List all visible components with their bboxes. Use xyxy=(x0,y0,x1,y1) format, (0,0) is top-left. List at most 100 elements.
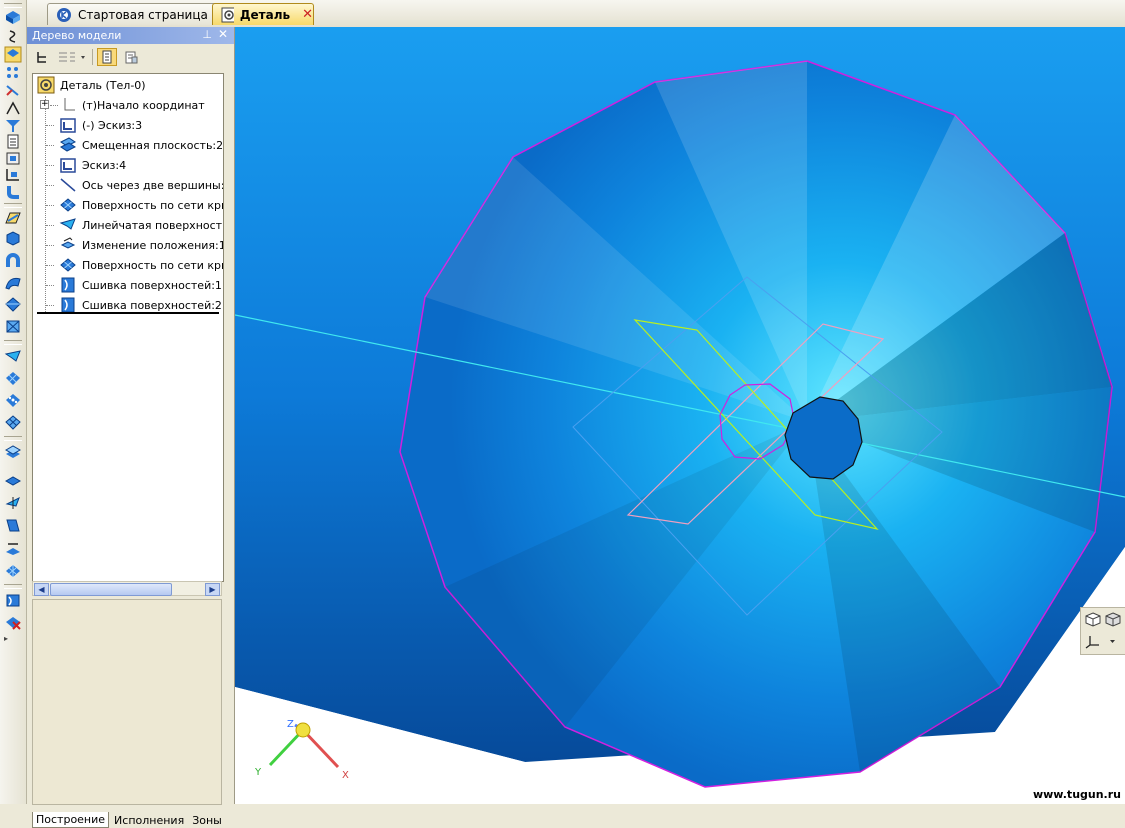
tree-item-stitch-1[interactable]: Сшивка поверхностей:1 xyxy=(59,275,223,295)
toolbar-grip[interactable] xyxy=(4,3,22,8)
tree-item-sketch-3[interactable]: (-) Эскиз:3 xyxy=(59,115,223,135)
patch-surface-icon[interactable] xyxy=(4,318,22,335)
compact-panel-icon[interactable] xyxy=(4,9,22,26)
spatial-curves-icon[interactable] xyxy=(4,82,22,99)
tree-item-label: Деталь (Тел-0) xyxy=(60,78,146,92)
panel-bottom-tabs: Построение Исполнения Зоны xyxy=(32,812,232,828)
tree-item-offset-plane[interactable]: Смещенная плоскость:2 xyxy=(59,135,224,155)
tree-item-mesh-surface-1[interactable]: Поверхность по сети кривых:1 xyxy=(59,195,223,215)
tab-versions[interactable]: Исполнения xyxy=(111,812,187,828)
tab-label: Стартовая страница xyxy=(78,7,208,22)
toolbar-separator xyxy=(4,340,22,345)
view-cube-alt-icon[interactable] xyxy=(1104,611,1122,628)
panel-toolbar xyxy=(27,45,234,69)
tree-connector xyxy=(46,285,54,286)
plane-surface-tool-icon[interactable] xyxy=(4,472,22,489)
pin-icon[interactable]: ⊥ xyxy=(202,28,212,41)
toolbar-separator xyxy=(92,49,93,65)
tree-item-label: Сшивка поверхностей:1 xyxy=(82,278,222,292)
toolbar-separator xyxy=(4,436,22,441)
tab-part[interactable]: Деталь ✕ xyxy=(212,3,314,25)
offset-surface-tool-icon[interactable] xyxy=(4,444,22,461)
tree-item-sketch-4[interactable]: Эскиз:4 xyxy=(59,155,223,175)
tree-filter-dropdown-icon[interactable] xyxy=(56,48,88,66)
cut-surface-tool-icon[interactable] xyxy=(4,494,22,511)
model-tree: Деталь (Тел-0) + (т)Начало координат (-)… xyxy=(32,73,224,582)
tree-connector xyxy=(46,125,54,126)
model-scene[interactable] xyxy=(235,27,1125,804)
tree-connector xyxy=(46,205,54,206)
tree-item-label: Сшивка поверхностей:2 xyxy=(82,298,222,312)
kompas-logo-icon xyxy=(57,7,71,22)
tab-build[interactable]: Построение xyxy=(32,812,110,828)
view-cube-icon[interactable] xyxy=(1084,611,1102,628)
mesh-surface-icon xyxy=(60,258,76,272)
tree-item-mesh-surface-2[interactable]: Поверхность по сети кривых:2 xyxy=(59,255,223,275)
open-surface-icon[interactable] xyxy=(4,209,22,226)
trim-surface-tool-icon[interactable] xyxy=(4,539,22,556)
tree-root-item[interactable]: Деталь (Тел-0) xyxy=(37,75,223,95)
tree-item-label: Смещенная плоскость:2 xyxy=(82,138,224,152)
offset-plane-icon xyxy=(60,137,76,152)
loft-surface-icon[interactable] xyxy=(4,296,22,313)
toolbar-separator xyxy=(4,584,22,589)
tree-properties-icon[interactable] xyxy=(121,48,141,66)
tree-item-label: Эскиз:4 xyxy=(82,158,127,172)
tree-item-ruled-surface[interactable]: Линейчатая поверхность:1 xyxy=(59,215,224,235)
curve-icon[interactable] xyxy=(4,28,22,45)
mesh-fill-tool-icon[interactable] xyxy=(4,562,22,579)
ruled-surface-icon xyxy=(59,218,76,230)
tree-connector xyxy=(46,245,54,246)
polyline-icon[interactable] xyxy=(4,100,22,117)
toolbar-more-icon[interactable]: ▸ xyxy=(4,634,22,651)
tree-order-icon[interactable] xyxy=(32,48,52,66)
tree-item-label: Линейчатая поверхность:1 xyxy=(82,218,224,232)
tree-item-move[interactable]: Изменение положения:1 xyxy=(59,235,223,255)
frame-icon[interactable] xyxy=(4,150,22,167)
tree-item-label: Ось через две вершины:1 xyxy=(82,178,224,192)
sketch-icon xyxy=(60,158,76,173)
tree-item-origin[interactable]: (т)Начало координат xyxy=(59,95,223,115)
tree-structure-icon[interactable] xyxy=(97,48,117,66)
tree-item-label: Поверхность по сети кривых:2 xyxy=(82,258,223,272)
filter-icon[interactable] xyxy=(4,117,22,134)
points-icon[interactable] xyxy=(4,64,22,81)
mesh-curves-tool-icon[interactable] xyxy=(4,370,22,387)
mesh-points-tool-icon[interactable] xyxy=(4,392,22,409)
scroll-right-icon[interactable]: ▶ xyxy=(205,583,220,596)
vertical-toolbar: ▸ xyxy=(0,0,27,804)
scroll-left-icon[interactable]: ◀ xyxy=(34,583,49,596)
tab-zones[interactable]: Зоны xyxy=(189,812,225,828)
delete-surface-tool-icon[interactable] xyxy=(4,614,22,631)
axis-label-y: Y xyxy=(255,767,262,778)
stitch-surface-icon xyxy=(61,277,75,293)
orientation-dropdown-icon[interactable] xyxy=(1084,633,1115,650)
grid-surface-tool-icon[interactable] xyxy=(4,414,22,431)
part-icon xyxy=(37,76,55,94)
elbow-icon[interactable] xyxy=(4,183,22,200)
extrude-surface-icon[interactable] xyxy=(4,229,22,246)
edit-details-icon[interactable] xyxy=(4,46,22,63)
origin-icon xyxy=(64,98,75,111)
tree-item-axis[interactable]: Ось через две вершины:1 xyxy=(59,175,224,195)
tab-start-page[interactable]: Стартовая страница xyxy=(47,3,237,25)
expand-toggle-icon[interactable]: + xyxy=(40,100,49,109)
kinematic-surface-icon[interactable] xyxy=(4,274,22,291)
tree-end-marker xyxy=(37,312,219,314)
stitch-tool-icon[interactable] xyxy=(4,592,22,609)
model-viewport[interactable]: Z Y X xyxy=(235,27,1125,804)
tree-item-label: (-) Эскиз:3 xyxy=(82,118,143,132)
dimension-icon[interactable] xyxy=(4,166,22,183)
document-icon[interactable] xyxy=(4,133,22,150)
watermark-text: www.tugun.ru xyxy=(1032,788,1121,801)
tree-horizontal-scrollbar[interactable]: ◀ ▶ xyxy=(32,581,222,596)
axis-icon xyxy=(60,178,76,192)
extend-surface-tool-icon[interactable] xyxy=(4,517,22,534)
close-panel-icon[interactable]: ✕ xyxy=(218,27,228,41)
rotate-surface-icon[interactable] xyxy=(4,252,22,269)
kompas-window: ▸ Стартовая страница Деталь ✕ Дерево мод… xyxy=(0,0,1125,828)
scroll-thumb[interactable] xyxy=(50,583,172,596)
ruled-surface-tool-icon[interactable] xyxy=(4,348,22,365)
tree-connector xyxy=(46,185,54,186)
close-tab-icon[interactable]: ✕ xyxy=(302,7,313,22)
